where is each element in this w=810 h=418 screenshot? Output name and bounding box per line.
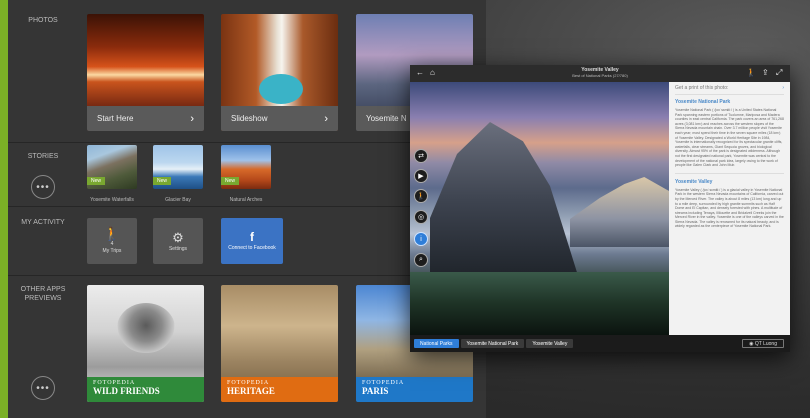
story-label: Yosemite Waterfalls	[90, 197, 134, 203]
section-label-photos: PHOTOS	[28, 17, 58, 24]
owl-shape	[117, 303, 175, 353]
yosemite-valley-photo	[410, 82, 669, 335]
photo-card-start-here[interactable]: Start Here ›	[87, 14, 204, 131]
story-thumb-natural-arches[interactable]: New	[221, 145, 271, 189]
hiker-icon: 🚶	[103, 226, 121, 241]
story-label: Glacier Bay	[165, 197, 191, 203]
new-badge: New	[153, 177, 172, 185]
chevron-right-icon: ›	[324, 112, 328, 125]
more-dots-icon: •••	[36, 181, 50, 193]
app-caption: FOTOPEDIA HERITAGE	[221, 377, 338, 402]
connect-facebook-button[interactable]: f Connect to Facebook	[221, 218, 283, 264]
home-icon[interactable]: ⌂	[430, 68, 435, 77]
search-icon[interactable]: ⌕	[414, 253, 428, 267]
app-caption: FOTOPEDIA PARIS	[356, 377, 473, 402]
section-label-stories: STORIES	[27, 153, 59, 160]
hiker-icon[interactable]: 🚶	[746, 68, 756, 77]
photo-card-label: Yosemite N	[366, 114, 407, 123]
fullscreen-icon[interactable]: ⤢	[776, 68, 782, 78]
viewer-toolbar: ← ⌂ Yosemite Valley Best of National Par…	[410, 65, 790, 82]
app-card-wild-friends[interactable]: FOTOPEDIA WILD FRIENDS	[87, 285, 204, 402]
trips-label: My Trips	[102, 248, 122, 254]
photo-viewer-window: ← ⌂ Yosemite Valley Best of National Par…	[410, 65, 790, 352]
panel-link-valley[interactable]: Yosemite Valley	[675, 179, 784, 185]
chevron-right-icon: ›	[190, 112, 194, 125]
app-name: PARIS	[362, 386, 389, 396]
photo-card-caption: Start Here ›	[87, 106, 204, 131]
app-caption: FOTOPEDIA WILD FRIENDS	[87, 377, 204, 402]
new-badge: New	[87, 177, 106, 185]
app-accent-bar	[0, 0, 8, 418]
hiker-icon[interactable]: 🚶	[414, 189, 428, 203]
more-dots-icon: •••	[36, 382, 50, 394]
chevron-right-icon: ›	[782, 85, 784, 91]
info-icon[interactable]: i	[414, 232, 428, 246]
breadcrumb-item[interactable]: National Parks	[414, 339, 459, 348]
settings-label: Settings	[168, 245, 188, 252]
photo-card-label: Slideshow	[231, 114, 268, 123]
el-capitan-silhouette	[430, 122, 580, 282]
viewer-title-block: Yosemite Valley Best of National Parks (…	[510, 67, 690, 79]
breadcrumb-item[interactable]: Yosemite Valley	[526, 339, 574, 348]
section-label-activity: MY ACTIVITY	[21, 219, 65, 226]
photographer-name: QT Luong	[754, 340, 777, 347]
breadcrumb: National Parks Yosemite National Park Yo…	[410, 335, 790, 352]
more-stories-button[interactable]: •••	[31, 175, 55, 199]
story-thumb-glacier-bay[interactable]: New	[153, 145, 203, 189]
gear-icon: ⚙	[172, 229, 184, 245]
print-row[interactable]: Get a print of this photo: ›	[675, 85, 784, 95]
more-apps-button[interactable]: •••	[31, 376, 55, 400]
share-icon[interactable]: ⇪	[762, 68, 769, 77]
trips-count: 4	[110, 241, 114, 247]
photo-card-label: Start Here	[97, 114, 134, 123]
story-thumb-yosemite-waterfalls[interactable]: New	[87, 145, 137, 189]
half-dome-silhouette	[570, 177, 669, 247]
facebook-label: Connect to Facebook	[228, 245, 276, 251]
story-label: Natural Arches	[229, 197, 263, 203]
photo-card-caption: Slideshow ›	[221, 106, 338, 131]
info-panel: Get a print of this photo: › Yosemite Nat…	[669, 82, 790, 335]
settings-button[interactable]: ⚙ Settings	[153, 218, 203, 264]
photographer-credit[interactable]: ◉ QT Luong	[742, 339, 784, 348]
new-badge: New	[221, 177, 240, 185]
panel-body-park: Yosemite National Park ( /joʊˈsɛmɨtiː/ )…	[675, 108, 784, 168]
forest-floor	[410, 272, 669, 335]
back-arrow-icon[interactable]: ←	[416, 68, 424, 77]
my-trips-button[interactable]: 🚶 4 My Trips	[87, 218, 137, 264]
photo-card-slideshow[interactable]: Slideshow ›	[221, 14, 338, 131]
waterfall-pool	[259, 74, 303, 104]
facebook-icon: f	[250, 230, 254, 244]
breadcrumb-item[interactable]: Yosemite National Park	[460, 339, 525, 348]
app-name: WILD FRIENDS	[93, 386, 160, 396]
print-prompt: Get a print of this photo:	[675, 85, 729, 91]
globe-icon[interactable]: ◎	[414, 210, 428, 224]
shuffle-icon[interactable]: ⇄	[414, 149, 428, 163]
panel-link-park[interactable]: Yosemite National Park	[675, 99, 784, 105]
app-name: HERITAGE	[227, 386, 275, 396]
viewer-subtitle: Best of National Parks (27/780)	[572, 73, 628, 78]
app-card-heritage[interactable]: FOTOPEDIA HERITAGE	[221, 285, 338, 402]
play-icon[interactable]: ▶	[414, 169, 428, 183]
panel-body-valley: Yosemite Valley ( /joʊˈsɛmɨtiː/ ) is a g…	[675, 187, 784, 229]
section-label-other-apps: OTHER APPS PREVIEWS	[20, 286, 66, 302]
divider	[675, 172, 784, 174]
